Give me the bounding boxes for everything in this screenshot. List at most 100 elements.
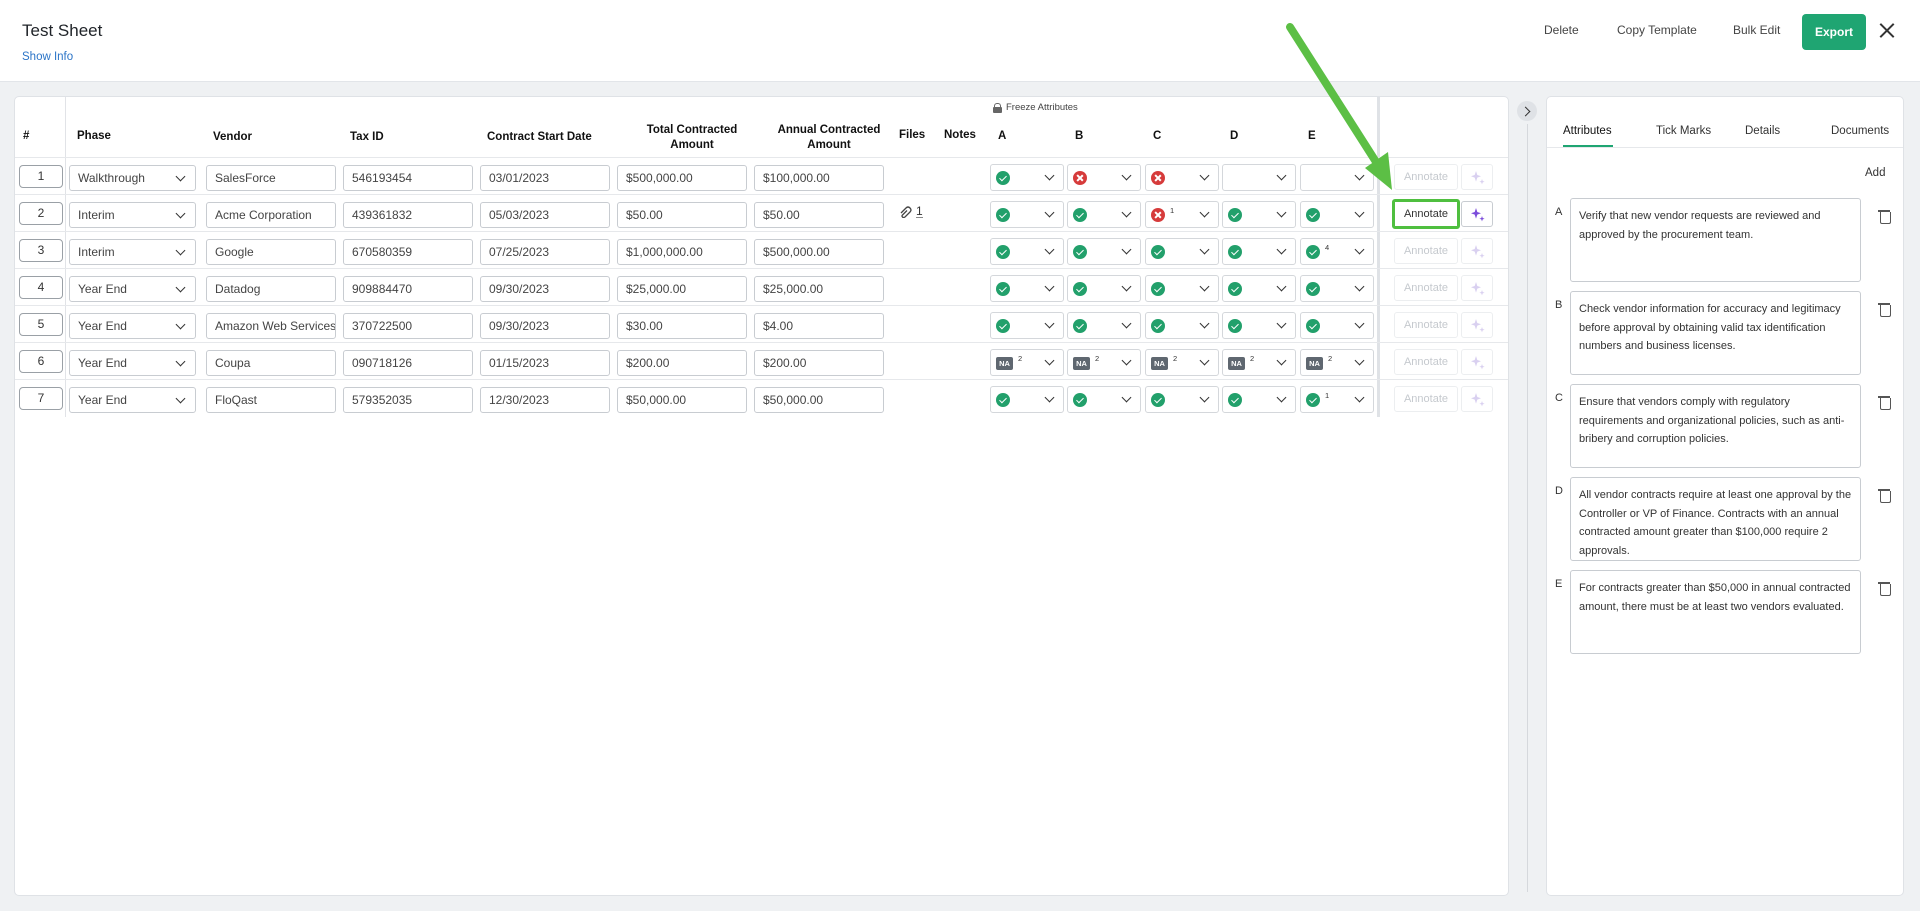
attribute-d-select[interactable]	[1222, 238, 1296, 265]
ai-sparkle-button[interactable]	[1461, 386, 1493, 412]
attribute-c-select[interactable]	[1145, 275, 1219, 302]
trash-icon[interactable]	[1877, 580, 1891, 596]
collapse-panel-button[interactable]	[1517, 101, 1537, 121]
attribute-a-select[interactable]	[990, 238, 1064, 265]
trash-icon[interactable]	[1877, 301, 1891, 317]
add-attribute-button[interactable]: Add	[1865, 167, 1885, 179]
contract-start-date-input[interactable]: 05/03/2023	[480, 202, 610, 228]
total-contracted-amount-input[interactable]: $500,000.00	[617, 165, 747, 191]
row-number[interactable]: 4	[19, 276, 63, 299]
trash-icon[interactable]	[1877, 487, 1891, 503]
tax-id-input[interactable]: 439361832	[343, 202, 473, 228]
attribute-b-select[interactable]	[1067, 201, 1141, 228]
tab-attributes[interactable]: Attributes	[1563, 125, 1612, 137]
vendor-input[interactable]: FloQast	[206, 387, 336, 413]
attribute-e-select[interactable]	[1300, 275, 1374, 302]
total-contracted-amount-input[interactable]: $30.00	[617, 313, 747, 339]
attribute-b-select[interactable]: NA 2	[1067, 349, 1141, 376]
row-number[interactable]: 3	[19, 239, 63, 262]
contract-start-date-input[interactable]: 01/15/2023	[480, 350, 610, 376]
annotate-button[interactable]: Annotate	[1394, 238, 1458, 264]
annotate-button[interactable]: Annotate	[1394, 386, 1458, 412]
attribute-c-select[interactable]	[1145, 386, 1219, 413]
row-number[interactable]: 1	[19, 165, 63, 188]
row-number[interactable]: 6	[19, 350, 63, 373]
attribute-description-textarea[interactable]: For contracts greater than $50,000 in an…	[1570, 570, 1861, 654]
contract-start-date-input[interactable]: 07/25/2023	[480, 239, 610, 265]
attribute-e-select[interactable]	[1300, 164, 1374, 191]
phase-select[interactable]: Year End	[69, 276, 196, 302]
total-contracted-amount-input[interactable]: $25,000.00	[617, 276, 747, 302]
total-contracted-amount-input[interactable]: $50.00	[617, 202, 747, 228]
contract-start-date-input[interactable]: 09/30/2023	[480, 313, 610, 339]
vendor-input[interactable]: Google	[206, 239, 336, 265]
attribute-d-select[interactable]: NA 2	[1222, 349, 1296, 376]
annotate-button[interactable]: Annotate	[1392, 199, 1460, 229]
tab-tick-marks[interactable]: Tick Marks	[1656, 125, 1711, 137]
attribute-a-select[interactable]: NA 2	[990, 349, 1064, 376]
trash-icon[interactable]	[1877, 394, 1891, 410]
annual-contracted-amount-input[interactable]: $4.00	[754, 313, 884, 339]
ai-sparkle-button[interactable]	[1461, 312, 1493, 338]
attribute-b-select[interactable]	[1067, 386, 1141, 413]
tax-id-input[interactable]: 579352035	[343, 387, 473, 413]
attribute-e-select[interactable]: NA 2	[1300, 349, 1374, 376]
attribute-b-select[interactable]	[1067, 164, 1141, 191]
phase-select[interactable]: Interim	[69, 202, 196, 228]
tax-id-input[interactable]: 370722500	[343, 313, 473, 339]
annotate-button[interactable]: Annotate	[1394, 349, 1458, 375]
vendor-input[interactable]: Datadog	[206, 276, 336, 302]
contract-start-date-input[interactable]: 12/30/2023	[480, 387, 610, 413]
ai-sparkle-button[interactable]	[1461, 238, 1493, 264]
ai-sparkle-button[interactable]	[1461, 275, 1493, 301]
total-contracted-amount-input[interactable]: $200.00	[617, 350, 747, 376]
attribute-b-select[interactable]	[1067, 238, 1141, 265]
attribute-c-select[interactable]: 1	[1145, 201, 1219, 228]
attribute-e-select[interactable]: 1	[1300, 386, 1374, 413]
attribute-e-select[interactable]: 4	[1300, 238, 1374, 265]
row-number[interactable]: 5	[19, 313, 63, 336]
attribute-description-textarea[interactable]: Check vendor information for accuracy an…	[1570, 291, 1861, 375]
attribute-d-select[interactable]	[1222, 275, 1296, 302]
attribute-c-select[interactable]	[1145, 312, 1219, 339]
attribute-c-select[interactable]	[1145, 238, 1219, 265]
attribute-d-select[interactable]	[1222, 386, 1296, 413]
attribute-d-select[interactable]	[1222, 164, 1296, 191]
row-number[interactable]: 7	[19, 387, 63, 410]
attribute-d-select[interactable]	[1222, 201, 1296, 228]
phase-select[interactable]: Year End	[69, 313, 196, 339]
phase-select[interactable]: Year End	[69, 350, 196, 376]
attribute-a-select[interactable]	[990, 386, 1064, 413]
attribute-description-textarea[interactable]: Ensure that vendors comply with regulato…	[1570, 384, 1861, 468]
delete-button[interactable]: Delete	[1544, 23, 1579, 37]
annotate-button[interactable]: Annotate	[1394, 275, 1458, 301]
attribute-c-select[interactable]: NA 2	[1145, 349, 1219, 376]
tax-id-input[interactable]: 670580359	[343, 239, 473, 265]
copy-template-button[interactable]: Copy Template	[1617, 23, 1697, 37]
annual-contracted-amount-input[interactable]: $500,000.00	[754, 239, 884, 265]
vendor-input[interactable]: SalesForce	[206, 165, 336, 191]
show-info-link[interactable]: Show Info	[22, 51, 73, 63]
annual-contracted-amount-input[interactable]: $200.00	[754, 350, 884, 376]
tab-details[interactable]: Details	[1745, 125, 1780, 137]
ai-sparkle-button[interactable]	[1461, 164, 1493, 190]
attribute-a-select[interactable]	[990, 275, 1064, 302]
attribute-e-select[interactable]	[1300, 312, 1374, 339]
row-number[interactable]: 2	[19, 202, 63, 225]
trash-icon[interactable]	[1877, 208, 1891, 224]
annotate-button[interactable]: Annotate	[1394, 164, 1458, 190]
annual-contracted-amount-input[interactable]: $50.00	[754, 202, 884, 228]
attribute-c-select[interactable]	[1145, 164, 1219, 191]
phase-select[interactable]: Year End	[69, 387, 196, 413]
contract-start-date-input[interactable]: 03/01/2023	[480, 165, 610, 191]
attribute-a-select[interactable]	[990, 201, 1064, 228]
tax-id-input[interactable]: 909884470	[343, 276, 473, 302]
ai-sparkle-button[interactable]	[1461, 349, 1493, 375]
vendor-input[interactable]: Amazon Web Services	[206, 313, 336, 339]
attribute-b-select[interactable]	[1067, 275, 1141, 302]
phase-select[interactable]: Interim	[69, 239, 196, 265]
bulk-edit-button[interactable]: Bulk Edit	[1733, 23, 1780, 37]
files-attachment[interactable]: 1	[899, 205, 923, 218]
phase-select[interactable]: Walkthrough	[69, 165, 196, 191]
attribute-e-select[interactable]	[1300, 201, 1374, 228]
